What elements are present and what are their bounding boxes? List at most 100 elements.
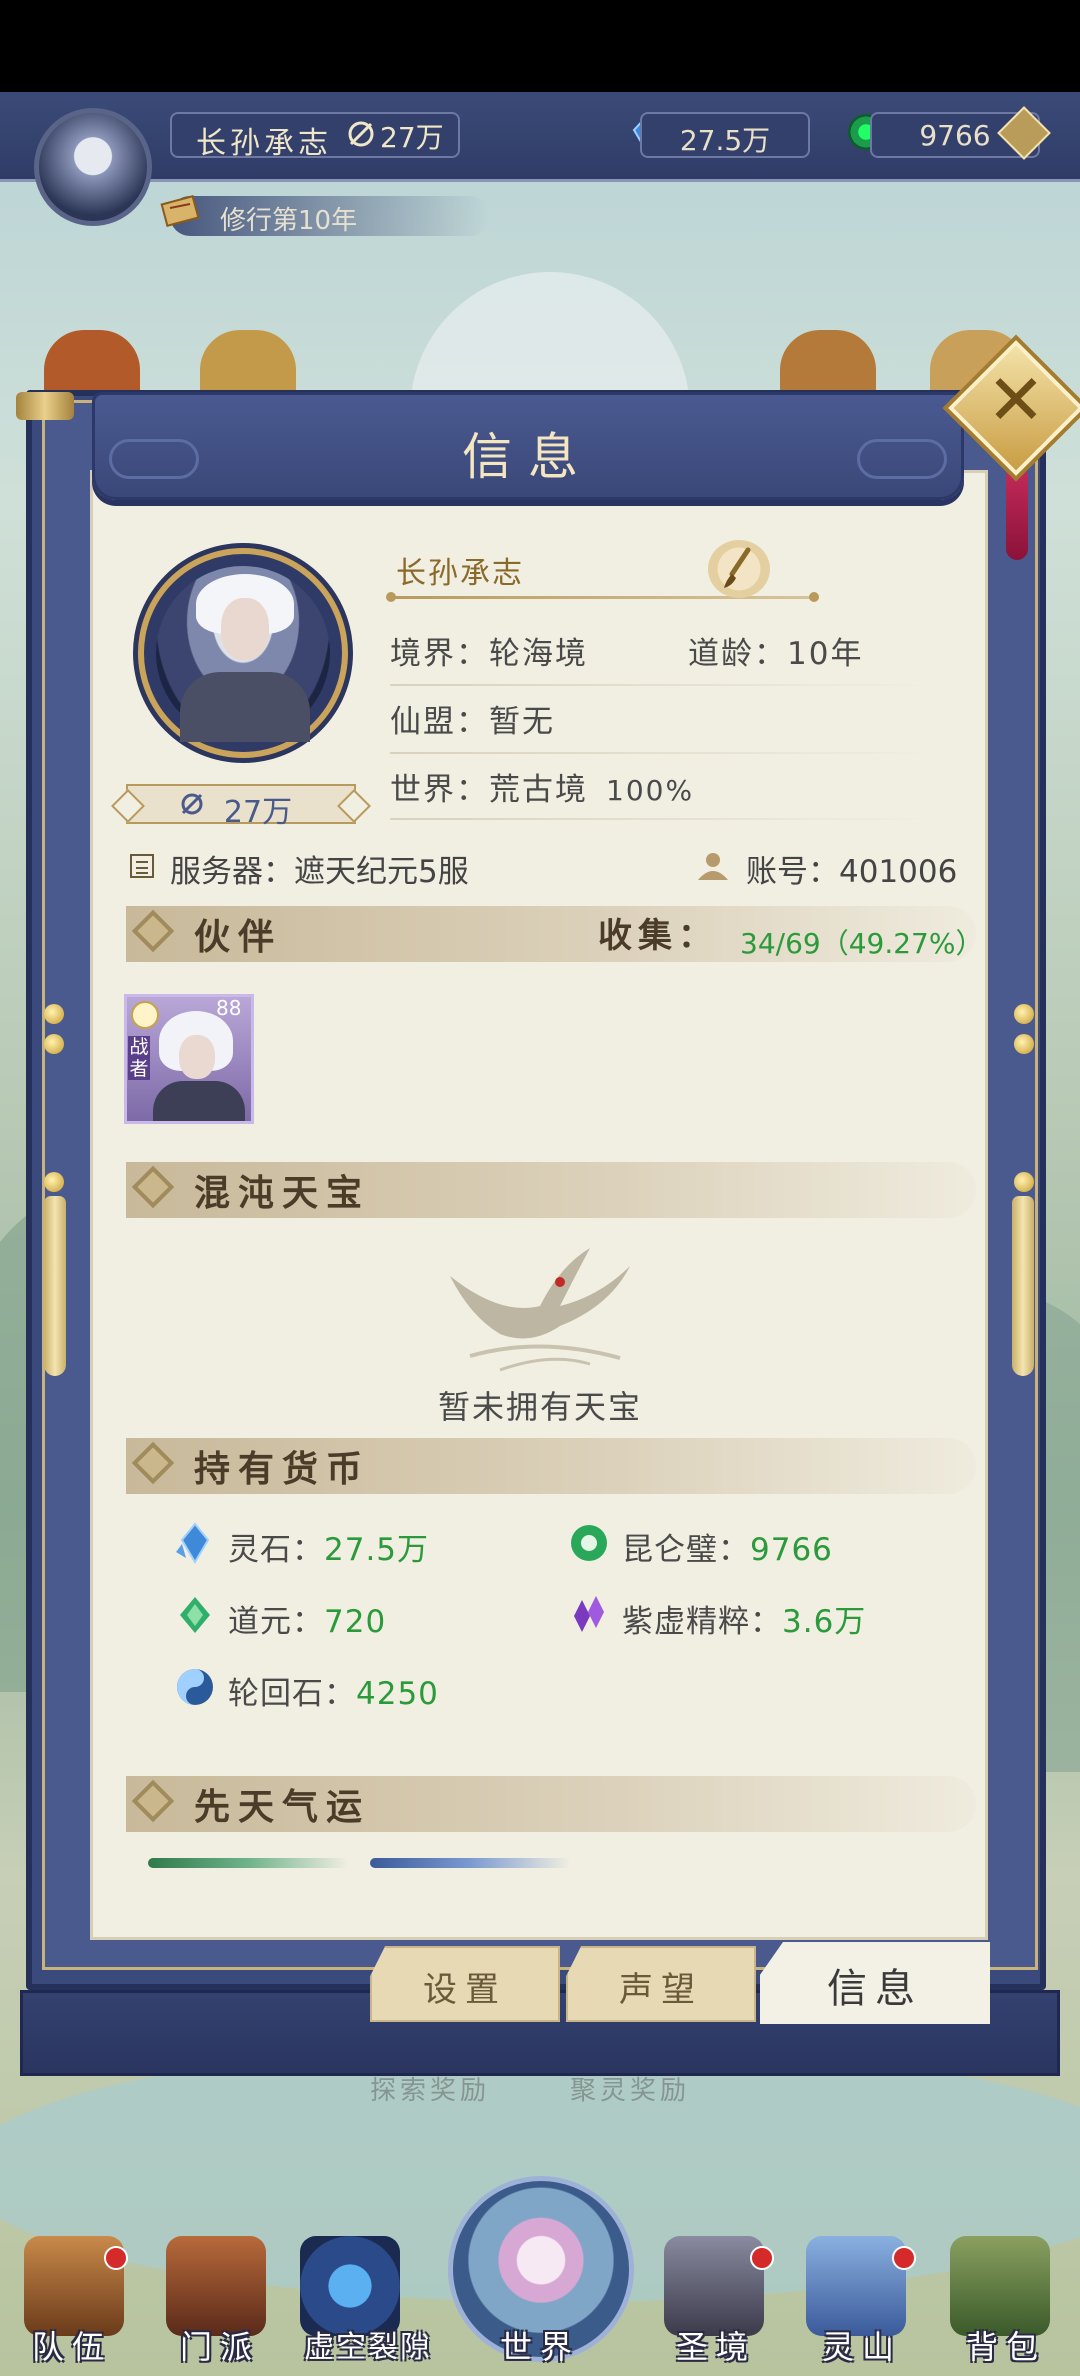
currency-label: 道元： xyxy=(228,1604,324,1640)
world-percent: 100% xyxy=(606,774,695,807)
hud-power-value: 27万 xyxy=(380,121,444,154)
account-icon xyxy=(698,853,728,880)
currency-reincarnation-stone: 轮回石：4250 xyxy=(228,1668,439,1713)
tab-settings[interactable]: 设置 xyxy=(370,1946,560,2022)
realm-label: 境界： xyxy=(390,636,489,672)
currency-dao-yuan: 道元：720 xyxy=(228,1596,386,1641)
dao-age-value: 10年 xyxy=(787,636,864,672)
side-bead xyxy=(1014,1034,1034,1054)
side-bead xyxy=(44,1172,64,1192)
cultivation-year-bar: 修行第10年 xyxy=(170,196,490,236)
tab-settings-label: 设置 xyxy=(423,1970,507,2010)
account-row: 账号：401006 xyxy=(746,846,957,891)
divider xyxy=(390,684,930,686)
partner-body xyxy=(153,1081,245,1121)
dao-yuan-icon xyxy=(180,1597,210,1633)
nav-void-rift[interactable]: 虚空裂隙 xyxy=(268,2322,468,2366)
server-value: 遮天纪元5服 xyxy=(294,854,469,890)
scroll-icon xyxy=(160,195,200,227)
void-rift-icon[interactable] xyxy=(300,2236,400,2336)
tab-info[interactable]: 信息 xyxy=(760,1942,990,2024)
tab-reputation[interactable]: 声望 xyxy=(566,1946,756,2022)
side-bead xyxy=(44,1034,64,1054)
nav-world[interactable]: 世界 xyxy=(460,2322,620,2368)
treasure-empty-text: 暂未拥有天宝 xyxy=(437,1388,642,1426)
hud-spirit-stone-value: 27.5万 xyxy=(679,124,771,157)
currency-purple-essence: 紫虚精粹：3.6万 xyxy=(622,1596,866,1641)
rename-button[interactable] xyxy=(708,540,770,598)
nav-backpack[interactable]: 背包 xyxy=(926,2322,1080,2368)
purple-essence-icon xyxy=(574,1596,604,1632)
avatar-face xyxy=(221,598,269,660)
holy-realm-icon[interactable] xyxy=(664,2236,764,2336)
crane-icon xyxy=(450,1248,630,1372)
status-bar xyxy=(0,0,1080,92)
hud-kunlun-jade-value: 9766 xyxy=(919,119,991,152)
currency-value: 4250 xyxy=(356,1676,439,1712)
partner-face xyxy=(179,1035,215,1079)
account-label: 账号： xyxy=(746,854,839,890)
fortune-bar-blue xyxy=(370,1858,570,1868)
nav-holy-realm[interactable]: 圣境 xyxy=(636,2322,796,2368)
collect-label: 收集： xyxy=(598,916,718,956)
avatar-body xyxy=(180,672,310,742)
tassel-left xyxy=(44,1196,66,1376)
realm-value: 轮海境 xyxy=(489,636,588,672)
tab-info-label: 信息 xyxy=(827,1966,923,2012)
spirit-mountain-icon[interactable] xyxy=(806,2236,906,2336)
panel-title: 信息 xyxy=(462,428,594,486)
realm-row: 境界：轮海境 xyxy=(390,628,588,673)
currency-value: 27.5万 xyxy=(324,1532,430,1568)
partner-level: 88 xyxy=(216,996,242,1020)
currency-value: 3.6万 xyxy=(782,1604,867,1640)
spirit-stone-icon xyxy=(176,1522,210,1564)
nav-team[interactable]: 队伍 xyxy=(0,2322,152,2368)
profile-name: 长孙承志 xyxy=(396,556,524,591)
name-underline xyxy=(386,592,819,602)
world-label: 世界： xyxy=(390,772,489,808)
alliance-row: 仙盟：暂无 xyxy=(390,696,555,741)
dao-age-row: 道龄：10年 xyxy=(688,628,863,673)
fortune-bar-green xyxy=(148,1858,348,1868)
side-bead xyxy=(1014,1004,1034,1024)
server-row: 服务器：遮天纪元5服 xyxy=(170,846,469,891)
partners-title: 伙伴 xyxy=(194,916,283,958)
close-icon[interactable]: ✕ xyxy=(968,352,1064,448)
divider xyxy=(390,752,930,754)
world-value: 荒古境 xyxy=(489,772,588,808)
partner-rank-icon xyxy=(131,1001,159,1029)
treasure-title: 混沌天宝 xyxy=(194,1172,371,1214)
currency-label: 灵石： xyxy=(228,1532,324,1568)
currency-label: 昆仑璧： xyxy=(622,1532,750,1568)
side-bead xyxy=(44,1004,64,1024)
side-bead xyxy=(1014,1172,1034,1192)
sect-icon[interactable] xyxy=(166,2236,266,2336)
tab-reputation-label: 声望 xyxy=(619,1970,703,2010)
hud-player-name-text: 长孙承志 xyxy=(196,126,332,161)
notification-dot xyxy=(104,2246,128,2270)
world-row: 世界：荒古境 100% xyxy=(390,764,694,809)
collect-value: 34/69（49.27%） xyxy=(740,927,984,960)
hud-player-avatar[interactable] xyxy=(34,108,152,226)
server-label: 服务器： xyxy=(170,854,294,890)
tassel-right xyxy=(1012,1196,1034,1376)
currency-value: 9766 xyxy=(750,1532,833,1568)
account-value: 401006 xyxy=(839,854,958,890)
kunlun-jade-icon xyxy=(571,1525,607,1561)
scroll-rod-left xyxy=(16,392,74,420)
nav-spirit-mountain[interactable]: 灵山 xyxy=(782,2322,942,2368)
currency-title: 持有货币 xyxy=(194,1448,371,1490)
brush-icon xyxy=(724,547,751,588)
currency-label: 紫虚精粹： xyxy=(622,1604,782,1640)
currency-label: 轮回石： xyxy=(228,1676,356,1712)
server-icon xyxy=(130,854,154,878)
power-icon xyxy=(181,793,203,815)
cultivation-year-text: 修行第10年 xyxy=(220,206,358,236)
currency-kunlun-jade: 昆仑璧：9766 xyxy=(622,1524,833,1569)
partner-tag: 战者 xyxy=(128,1036,150,1080)
backpack-icon[interactable] xyxy=(950,2236,1050,2336)
reincarnation-stone-icon xyxy=(177,1669,213,1705)
hud-spirit-stone[interactable]: 27.5万 xyxy=(640,112,810,158)
currency-spirit-stone: 灵石：27.5万 xyxy=(228,1524,429,1569)
divider xyxy=(390,818,930,820)
